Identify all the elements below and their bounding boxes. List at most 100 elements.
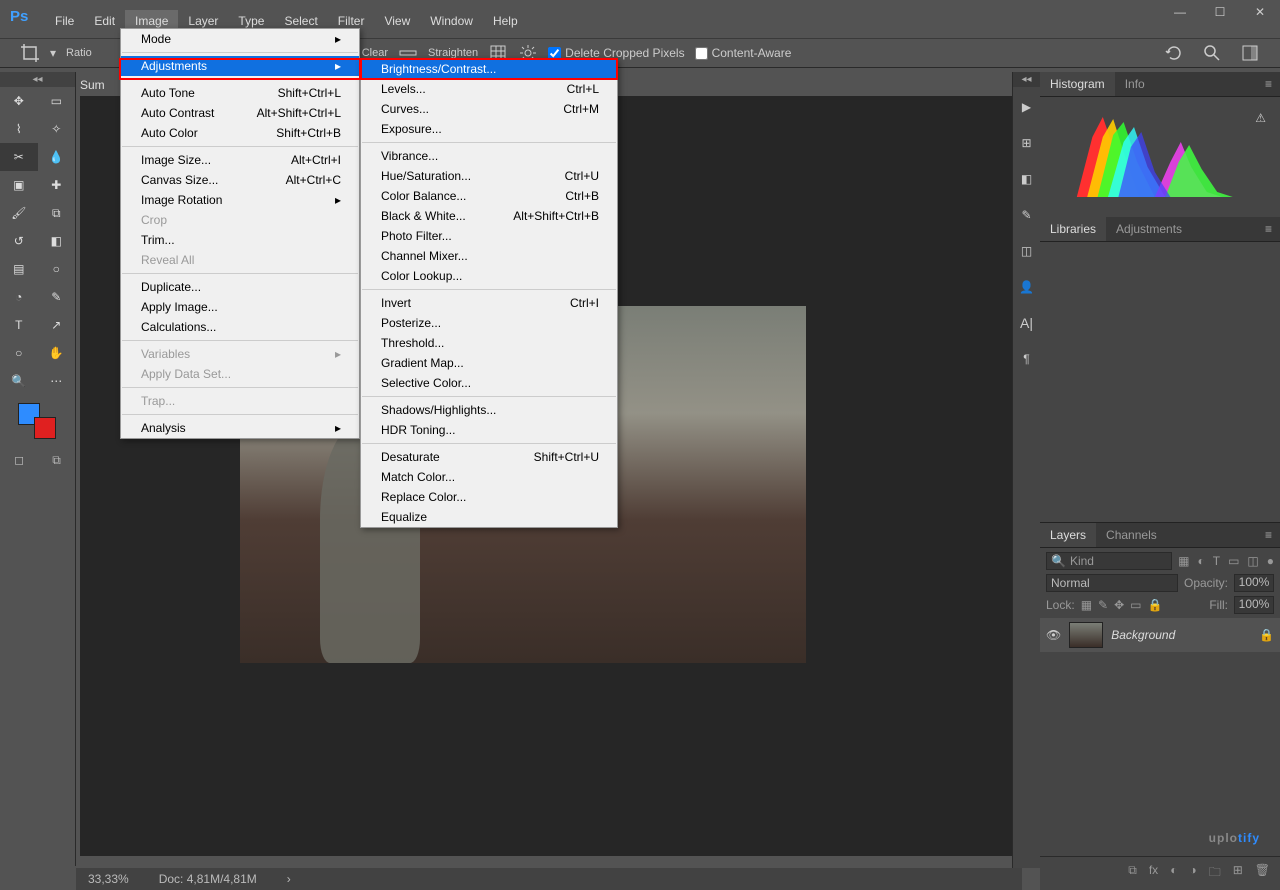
arrow-down-icon[interactable]: ▾ — [50, 46, 56, 60]
adjustments-menu-item-gradient-map[interactable]: Gradient Map... — [361, 353, 617, 373]
tool-eyedrop[interactable]: 💧 — [38, 143, 76, 171]
image-menu-item-auto-color[interactable]: Auto ColorShift+Ctrl+B — [121, 123, 359, 143]
image-menu-item-analysis[interactable]: Analysis▸ — [121, 418, 359, 438]
adjustments-menu-item-selective-color[interactable]: Selective Color... — [361, 373, 617, 393]
tool-rect[interactable]: ○ — [0, 339, 38, 367]
filter-smart-icon[interactable]: ◫ — [1247, 554, 1258, 568]
adjustments-menu-item-shadows-highlights[interactable]: Shadows/Highlights... — [361, 400, 617, 420]
dock-collapse-icon[interactable]: ◂◂ — [1013, 72, 1040, 87]
tool-more[interactable]: ⋯ — [38, 367, 76, 395]
adjustments-menu-item-desaturate[interactable]: DesaturateShift+Ctrl+U — [361, 447, 617, 467]
layer-thumbnail[interactable] — [1069, 622, 1103, 648]
adjustments-menu-item-color-balance[interactable]: Color Balance...Ctrl+B — [361, 186, 617, 206]
tool-eraser[interactable]: ◧ — [38, 227, 76, 255]
new-layer-icon[interactable]: ⊞ — [1233, 863, 1243, 884]
filter-shape-icon[interactable]: ▭ — [1228, 554, 1239, 568]
minimize-button[interactable]: — — [1170, 5, 1190, 19]
adjustments-menu-item-threshold[interactable]: Threshold... — [361, 333, 617, 353]
menu-edit[interactable]: Edit — [84, 10, 125, 32]
tool-dodge[interactable]: ◔ — [0, 283, 38, 311]
adjustments-menu-item-posterize[interactable]: Posterize... — [361, 313, 617, 333]
workspace-icon[interactable] — [1240, 43, 1260, 63]
tool-stamp[interactable]: ⧉ — [38, 199, 76, 227]
tool-type[interactable]: T — [0, 311, 38, 339]
tool-marquee[interactable]: ▭ — [38, 87, 76, 115]
mask-icon[interactable]: ◐ — [1170, 863, 1177, 884]
adjustments-menu-item-brightness-contrast[interactable]: Brightness/Contrast... — [361, 59, 617, 79]
tab-libraries[interactable]: Libraries — [1040, 217, 1106, 241]
warning-icon[interactable]: ⚠ — [1255, 111, 1266, 125]
adjustments-menu-item-curves[interactable]: Curves...Ctrl+M — [361, 99, 617, 119]
tool-wand[interactable]: ✧ — [38, 115, 76, 143]
tool-pen[interactable]: ✎ — [38, 283, 76, 311]
menu-file[interactable]: File — [45, 10, 84, 32]
lock-trans-icon[interactable]: ▦ — [1081, 598, 1092, 612]
trash-icon[interactable]: 🗑 — [1255, 863, 1270, 884]
tool-blur[interactable]: ○ — [38, 255, 76, 283]
tab-info[interactable]: Info — [1115, 72, 1155, 96]
tool-brush[interactable]: 🖌 — [0, 199, 38, 227]
link-icon[interactable]: ⧉ — [1128, 863, 1137, 884]
tool-frame[interactable]: ▣ — [0, 171, 38, 199]
menu-help[interactable]: Help — [483, 10, 528, 32]
tab-histogram[interactable]: Histogram — [1040, 72, 1115, 96]
people-icon[interactable]: 👤 — [1013, 271, 1040, 303]
tool-lasso[interactable]: ⌇ — [0, 115, 38, 143]
tool-history[interactable]: ↺ — [0, 227, 38, 255]
visibility-icon[interactable]: 👁 — [1046, 628, 1061, 642]
panel-menu-icon[interactable]: ≡ — [1257, 524, 1280, 546]
fx-icon[interactable]: fx — [1149, 863, 1158, 884]
layer-filter-search[interactable]: 🔍 Kind — [1046, 552, 1172, 570]
lock-art-icon[interactable]: ▭ — [1130, 598, 1141, 612]
type-panel-icon[interactable]: A| — [1013, 307, 1040, 339]
content-aware-checkbox[interactable]: Content-Aware — [695, 46, 792, 60]
layer-name[interactable]: Background — [1111, 628, 1175, 642]
screenmode-icon[interactable]: ⧉ — [52, 453, 61, 468]
tool-path[interactable]: ↗ — [38, 311, 76, 339]
opacity-value[interactable]: 100% — [1234, 574, 1274, 592]
image-menu-item-calculations[interactable]: Calculations... — [121, 317, 359, 337]
adjustments-menu-item-channel-mixer[interactable]: Channel Mixer... — [361, 246, 617, 266]
image-menu-item-image-size[interactable]: Image Size...Alt+Ctrl+I — [121, 150, 359, 170]
adjustments-menu-item-black-white[interactable]: Black & White...Alt+Shift+Ctrl+B — [361, 206, 617, 226]
blend-mode-select[interactable]: Normal — [1046, 574, 1178, 592]
image-menu-item-trim[interactable]: Trim... — [121, 230, 359, 250]
filter-image-icon[interactable]: ▦ — [1178, 554, 1189, 568]
color-swatches[interactable] — [0, 403, 75, 443]
tool-hand[interactable]: ✋ — [38, 339, 76, 367]
adjustments-menu-item-photo-filter[interactable]: Photo Filter... — [361, 226, 617, 246]
tool-move[interactable]: ✥ — [0, 87, 38, 115]
tools-collapse-icon[interactable]: ◂◂ — [0, 72, 75, 87]
reset-icon[interactable] — [1164, 43, 1184, 63]
adjustments-menu-item-invert[interactable]: InvertCtrl+I — [361, 293, 617, 313]
image-menu-item-canvas-size[interactable]: Canvas Size...Alt+Ctrl+C — [121, 170, 359, 190]
filter-toggle-icon[interactable]: ● — [1267, 554, 1274, 568]
document-tab[interactable]: Sum — [80, 78, 105, 92]
tool-gradient[interactable]: ▤ — [0, 255, 38, 283]
play-icon[interactable]: ▶ — [1013, 91, 1040, 123]
brush-icon[interactable]: ✎ — [1013, 199, 1040, 231]
lock-paint-icon[interactable]: ✎ — [1098, 598, 1108, 612]
image-menu-item-duplicate[interactable]: Duplicate... — [121, 277, 359, 297]
image-menu-item-apply-image[interactable]: Apply Image... — [121, 297, 359, 317]
paragraph-icon[interactable]: ¶ — [1013, 343, 1040, 375]
swatches-icon[interactable]: ◫ — [1013, 235, 1040, 267]
adjustments-menu-item-vibrance[interactable]: Vibrance... — [361, 146, 617, 166]
adjustments-menu-item-match-color[interactable]: Match Color... — [361, 467, 617, 487]
filter-adjust-icon[interactable]: ◐ — [1197, 554, 1204, 568]
filter-type-icon[interactable]: T — [1213, 554, 1220, 568]
group-icon[interactable]: 🗀 — [1209, 863, 1221, 884]
layer-row-background[interactable]: 👁 Background 🔒 — [1040, 618, 1280, 652]
character-icon[interactable]: ⊞ — [1013, 127, 1040, 159]
image-menu-item-adjustments[interactable]: Adjustments▸ — [121, 56, 359, 76]
tool-heal[interactable]: ✚ — [38, 171, 76, 199]
lock-all-icon[interactable]: 🔒 — [1148, 598, 1163, 612]
tab-channels[interactable]: Channels — [1096, 523, 1167, 547]
panel-menu-icon[interactable]: ≡ — [1257, 73, 1280, 95]
close-button[interactable]: ✕ — [1250, 5, 1270, 19]
adjustments-menu-item-replace-color[interactable]: Replace Color... — [361, 487, 617, 507]
adjustment-icon[interactable]: ◑ — [1189, 863, 1196, 884]
image-menu-item-auto-tone[interactable]: Auto ToneShift+Ctrl+L — [121, 83, 359, 103]
background-color-swatch[interactable] — [34, 417, 56, 439]
zoom-level[interactable]: 33,33% — [88, 872, 129, 886]
